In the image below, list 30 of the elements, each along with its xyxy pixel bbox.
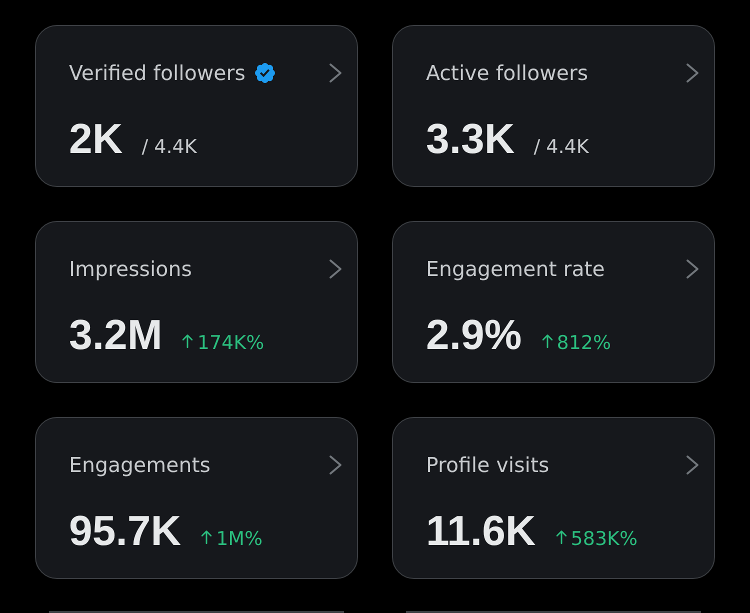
chevron-right-icon	[686, 63, 699, 83]
chevron-right-icon	[329, 63, 342, 83]
stat-card[interactable]: Verified followers 2K / 4.4K	[35, 25, 358, 187]
stat-total: / 4.4K	[534, 135, 589, 160]
card-title: Engagement rate	[426, 256, 605, 283]
card-title: Engagements	[69, 452, 210, 479]
card-title: Verified followers	[69, 60, 246, 87]
card-title: Active followers	[426, 60, 588, 87]
stat-value: 11.6K	[426, 507, 536, 555]
stat-card[interactable]: Impressions 3.2M 174K%	[35, 221, 358, 383]
chevron-right-icon	[329, 455, 342, 475]
stat-card[interactable]: Engagements 95.7K 1M%	[35, 417, 358, 579]
card-title: Impressions	[69, 256, 192, 283]
stat-value: 95.7K	[69, 507, 182, 555]
stat-value: 2.9%	[426, 311, 522, 359]
change-percent: 174K%	[197, 331, 264, 356]
chevron-right-icon	[686, 455, 699, 475]
change-percent: 1M%	[216, 527, 263, 552]
chevron-right-icon	[329, 259, 342, 279]
card-title: Profile visits	[426, 452, 550, 479]
change-percent: 583K%	[570, 527, 638, 552]
stat-total: / 4.4K	[142, 135, 197, 160]
stat-value: 3.3K	[426, 115, 515, 163]
stat-value: 2K	[69, 115, 123, 163]
stat-card[interactable]: Active followers 3.3K / 4.4K	[392, 25, 715, 187]
stat-value: 3.2M	[69, 311, 162, 359]
stat-card[interactable]: Profile visits 11.6K 583K%	[392, 417, 715, 579]
change-percent: 812%	[556, 331, 612, 356]
chevron-right-icon	[686, 259, 699, 279]
stat-card[interactable]: Engagement rate 2.9% 812%	[392, 221, 715, 383]
